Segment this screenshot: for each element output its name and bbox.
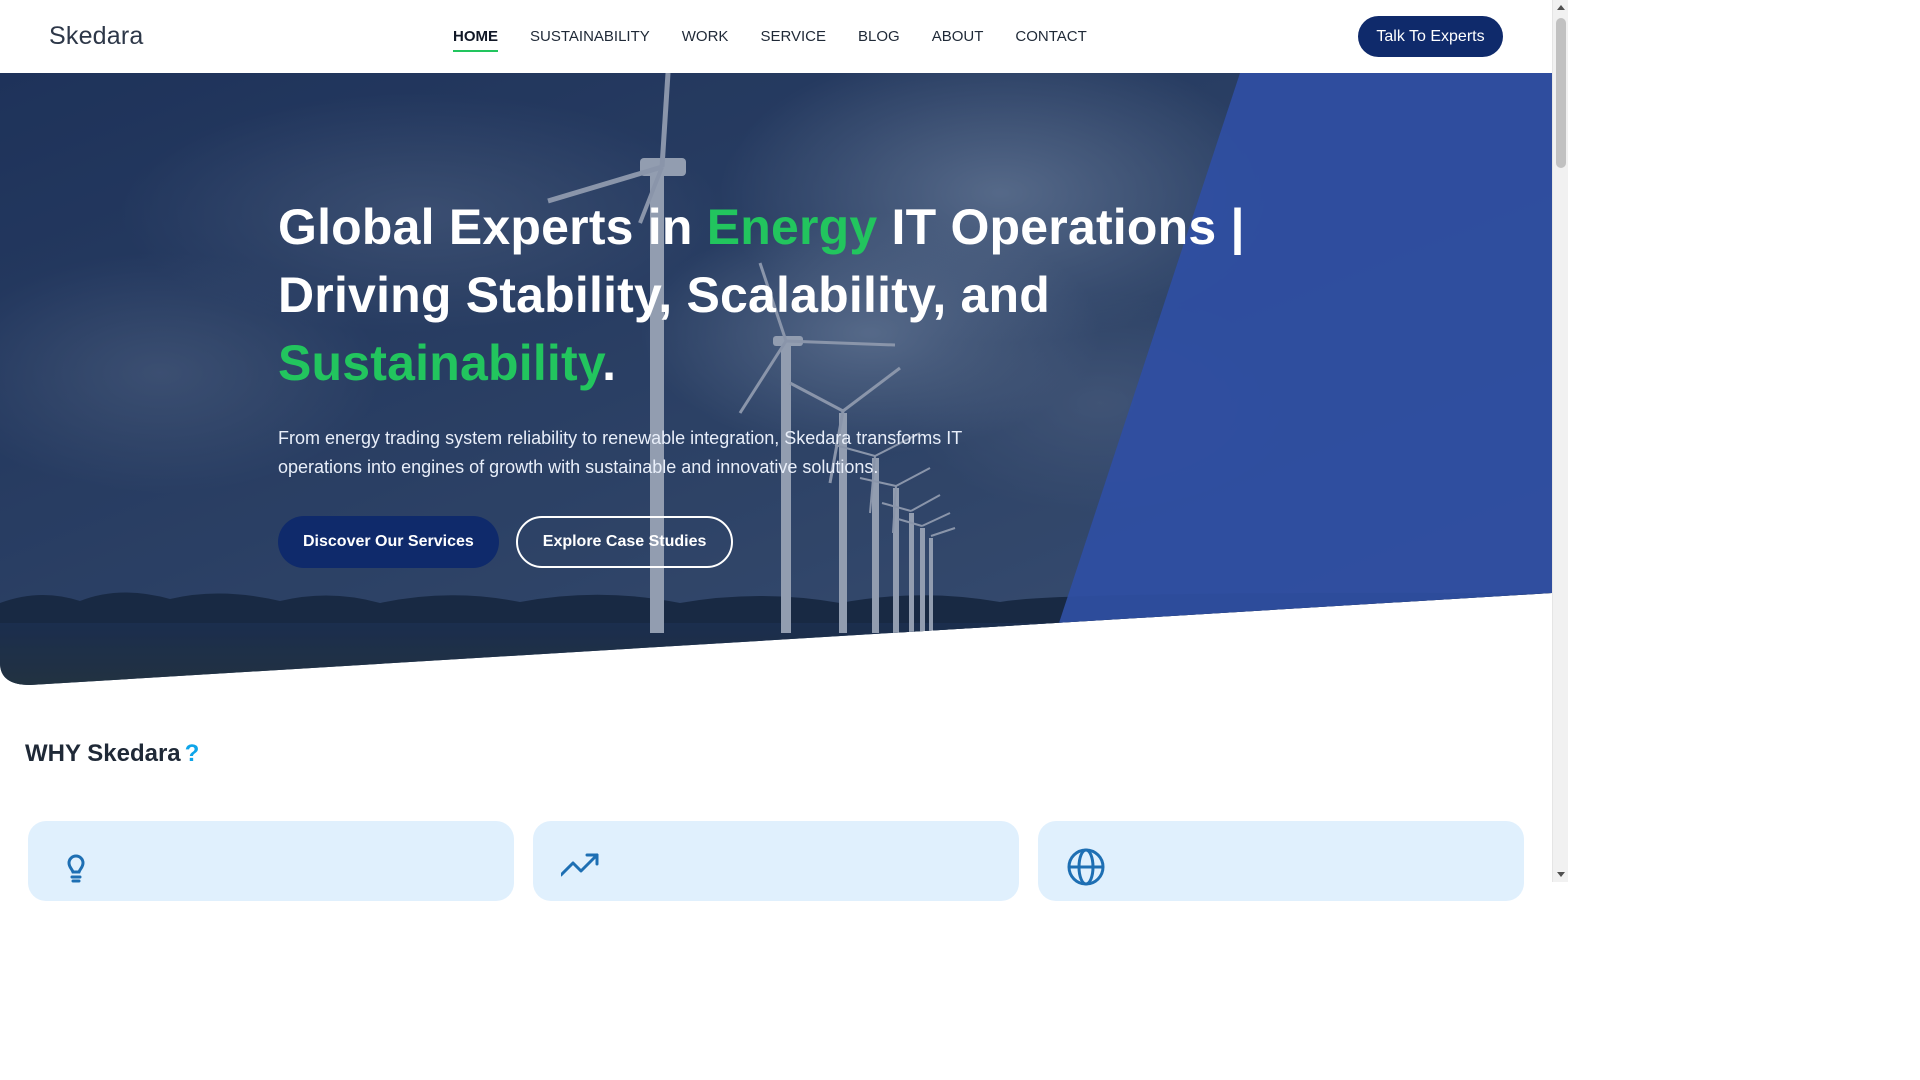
globe-icon	[1067, 848, 1105, 886]
hero-title-highlight-sustainability: Sustainability	[278, 335, 603, 391]
nav-blog[interactable]: BLOG	[858, 28, 900, 48]
discover-services-button[interactable]: Discover Our Services	[278, 516, 499, 568]
nav-sustainability[interactable]: SUSTAINABILITY	[530, 28, 650, 48]
trending-up-icon	[561, 853, 599, 877]
nav-home[interactable]: HOME	[453, 28, 498, 52]
why-prefix: WHY	[25, 740, 81, 767]
site-logo[interactable]: Skedara	[49, 22, 144, 51]
why-question-mark: ?	[184, 740, 200, 767]
hero-buttons: Discover Our Services Explore Case Studi…	[278, 516, 1258, 568]
hero-section: Global Experts in Energy IT Operations |…	[0, 73, 1552, 685]
why-heading: WHY Skedara?	[25, 740, 199, 768]
scroll-down-arrow-icon[interactable]	[1557, 872, 1565, 877]
nav-work[interactable]: WORK	[682, 28, 729, 48]
nav-contact[interactable]: CONTACT	[1015, 28, 1086, 48]
hero-subtitle: From energy trading system reliability t…	[278, 428, 962, 477]
main-nav: HOME SUSTAINABILITY WORK SERVICE BLOG AB…	[453, 28, 1119, 52]
explore-case-studies-button[interactable]: Explore Case Studies	[515, 516, 734, 568]
site-header: Skedara HOME SUSTAINABILITY WORK SERVICE…	[0, 0, 1552, 73]
hero-title-part3: .	[602, 335, 617, 391]
why-brand: Skedara	[87, 740, 181, 767]
hero-title: Global Experts in Energy IT Operations |…	[278, 193, 1258, 397]
nav-about[interactable]: ABOUT	[932, 28, 984, 48]
hero-title-highlight-energy: Energy	[706, 199, 878, 255]
feature-card-growth	[533, 821, 1019, 901]
page-scrollbar[interactable]	[1552, 0, 1568, 882]
hero-content: Global Experts in Energy IT Operations |…	[278, 193, 1258, 568]
hero-title-part1: Global Experts in	[278, 199, 707, 255]
feature-card-global	[1038, 821, 1524, 901]
feature-card-innovation	[28, 821, 514, 901]
scroll-up-arrow-icon[interactable]	[1557, 5, 1565, 10]
scroll-thumb[interactable]	[1556, 18, 1566, 168]
lightbulb-icon	[67, 854, 85, 883]
talk-to-experts-button[interactable]: Talk To Experts	[1358, 16, 1503, 57]
nav-service[interactable]: SERVICE	[760, 28, 826, 48]
feature-cards	[28, 821, 1525, 901]
